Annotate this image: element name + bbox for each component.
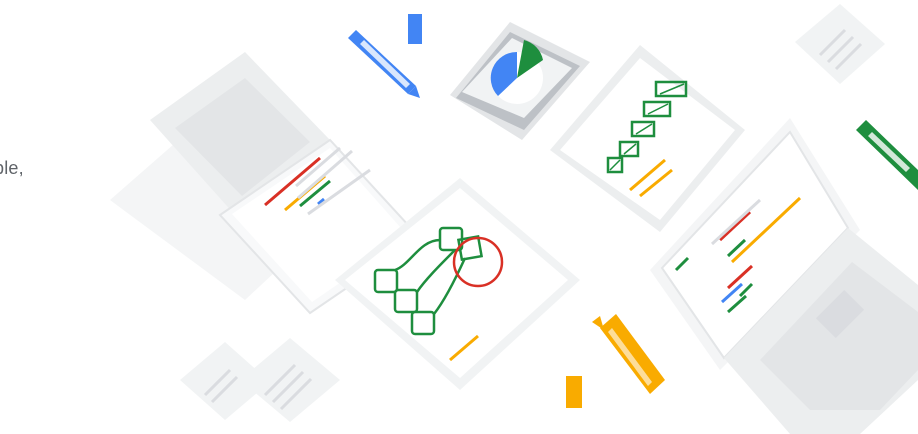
keyboard-tile-icon	[180, 338, 340, 422]
marker-green-icon	[856, 120, 918, 190]
marker-blue-icon	[348, 14, 422, 98]
pie-chart-card-icon	[450, 22, 590, 140]
hero-illustration-page: ple,	[0, 0, 918, 434]
marker-yellow-icon	[566, 314, 665, 408]
hero-illustration	[110, 4, 918, 434]
keyboard-tile-icon	[795, 4, 885, 84]
